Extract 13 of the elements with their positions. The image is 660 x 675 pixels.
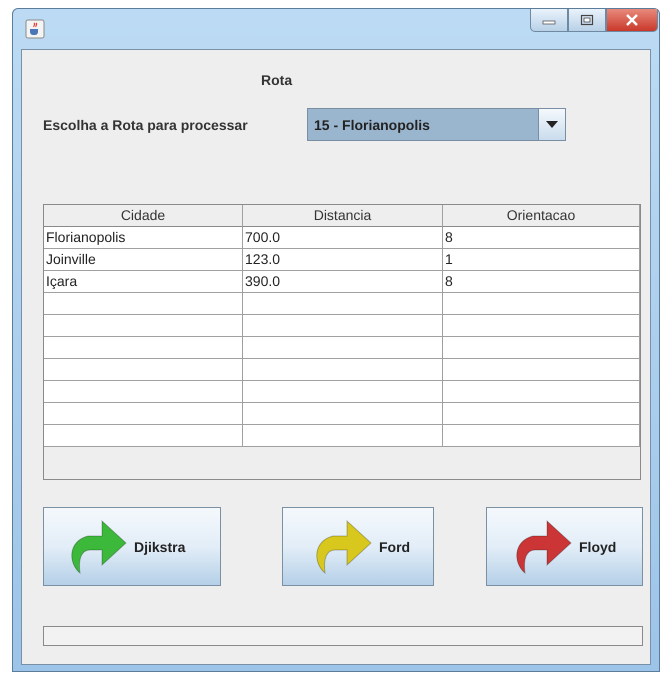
run-button[interactable]: Ford [282, 507, 434, 586]
run-button[interactable]: Djikstra [43, 507, 221, 586]
maximize-button[interactable] [568, 9, 606, 32]
run-button[interactable]: Floyd [486, 507, 643, 586]
route-dropdown[interactable]: 15 - Florianopolis [307, 108, 566, 141]
minimize-button[interactable] [530, 9, 568, 32]
maximize-icon [580, 14, 594, 26]
cup-icon [25, 19, 45, 39]
dropdown-arrow-icon [546, 120, 558, 128]
heading-label: Rota [261, 72, 294, 88]
route-label: Escolha a Rota para processar [43, 116, 249, 132]
close-button[interactable] [606, 9, 658, 32]
close-icon [625, 14, 639, 26]
